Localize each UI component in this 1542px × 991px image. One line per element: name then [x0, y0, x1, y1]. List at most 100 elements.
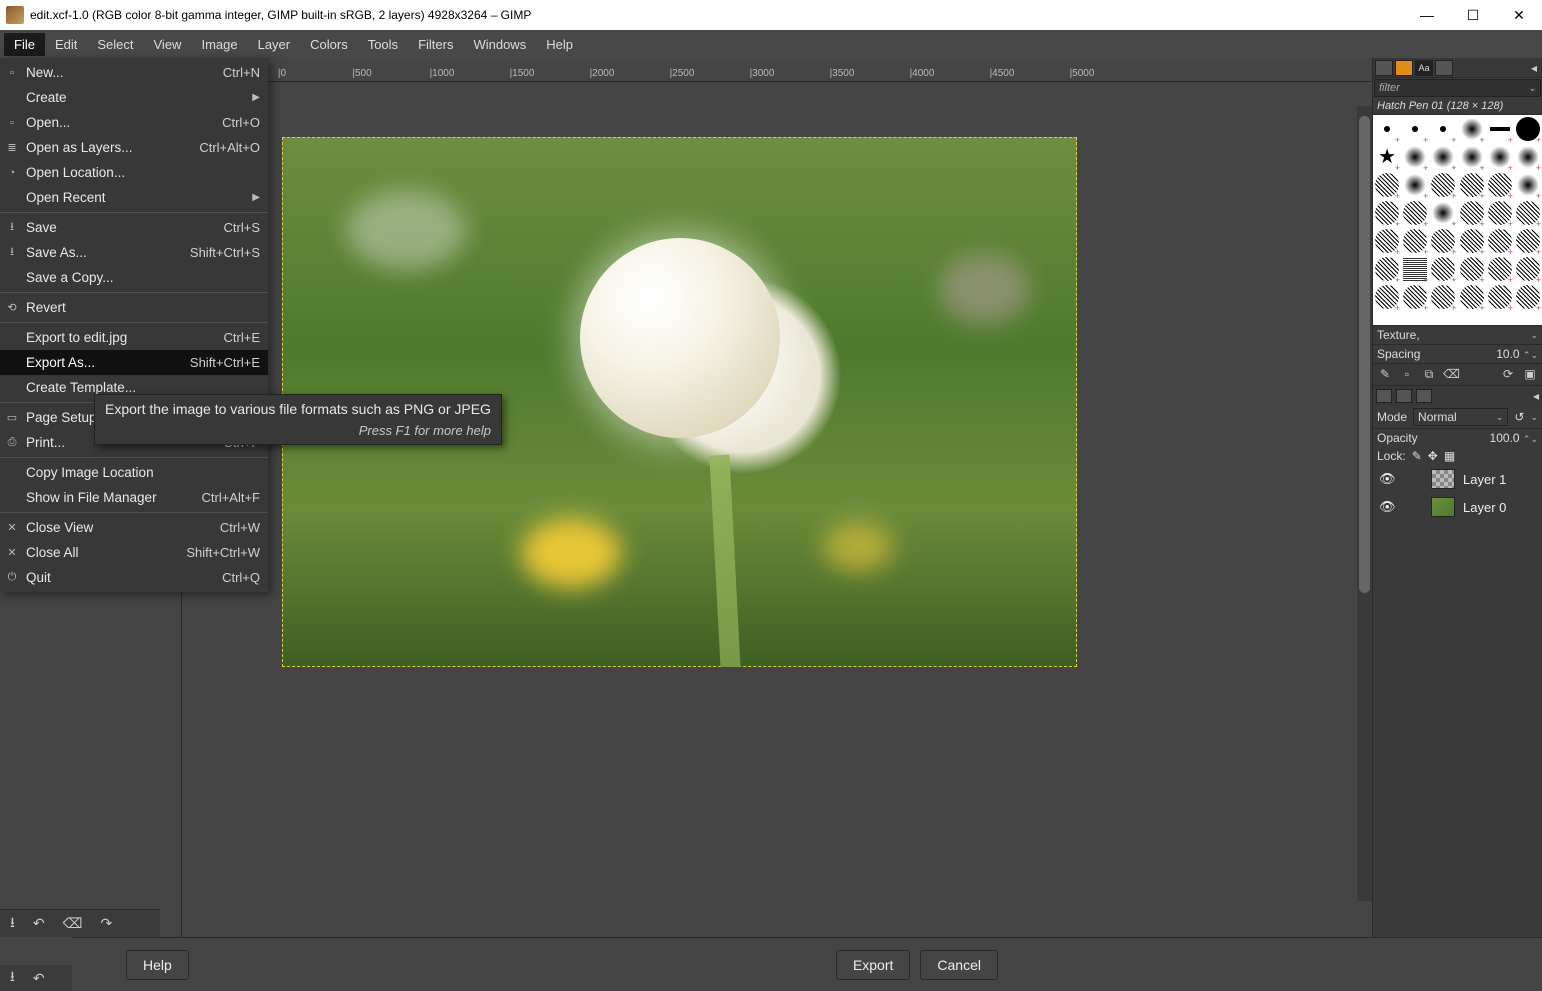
brush-swatch[interactable] — [1514, 227, 1542, 255]
brush-grid[interactable]: ★ — [1373, 115, 1542, 325]
brush-swatch[interactable] — [1514, 199, 1542, 227]
tool-icon-2[interactable]: ⭳ — [10, 966, 15, 990]
spacing-row[interactable]: Spacing10.0 ⌃⌄ — [1373, 344, 1542, 363]
redo-icon[interactable]: ↷ — [100, 915, 112, 932]
brush-swatch[interactable] — [1373, 115, 1401, 143]
canvas-area[interactable] — [182, 82, 1372, 945]
brush-swatch[interactable] — [1486, 171, 1514, 199]
tab-history-icon[interactable] — [1435, 60, 1453, 76]
menu-layer[interactable]: Layer — [248, 33, 301, 56]
file-menu-revert[interactable]: ⟲Revert — [0, 295, 268, 320]
brush-swatch[interactable] — [1429, 227, 1457, 255]
opacity-row[interactable]: Opacity100.0 ⌃⌄ — [1373, 428, 1542, 447]
cancel-button[interactable]: Cancel — [920, 950, 998, 980]
brush-swatch[interactable] — [1486, 115, 1514, 143]
file-menu-save-a-copy[interactable]: Save a Copy... — [0, 265, 268, 290]
tab-channels-icon[interactable] — [1396, 389, 1412, 403]
file-menu-save-as[interactable]: ⭳Save As...Shift+Ctrl+S — [0, 240, 268, 265]
layer-panel-config-icon[interactable]: ◂ — [1533, 389, 1539, 403]
layer-name[interactable]: Layer 0 — [1463, 500, 1506, 515]
brush-swatch[interactable] — [1514, 115, 1542, 143]
menu-windows[interactable]: Windows — [463, 33, 536, 56]
open-as-image-icon[interactable]: ▣ — [1522, 367, 1538, 382]
vertical-scrollbar[interactable] — [1357, 106, 1372, 901]
brush-swatch[interactable] — [1401, 283, 1429, 311]
tab-fonts-icon[interactable]: Aa — [1415, 60, 1433, 76]
visibility-icon[interactable]: 👁 — [1379, 471, 1395, 487]
brush-swatch[interactable] — [1486, 199, 1514, 227]
tab-patterns-icon[interactable] — [1395, 60, 1413, 76]
menu-edit[interactable]: Edit — [45, 33, 87, 56]
new-brush-icon[interactable]: ▫ — [1399, 367, 1415, 382]
blend-mode-row[interactable]: Mode Normal⌄ ↺⌄ — [1373, 406, 1542, 428]
tab-paths-icon[interactable] — [1416, 389, 1432, 403]
brush-swatch[interactable] — [1486, 143, 1514, 171]
file-menu-close-view[interactable]: ✕Close ViewCtrl+W — [0, 515, 268, 540]
file-menu-export-to-edit-jpg[interactable]: Export to edit.jpgCtrl+E — [0, 325, 268, 350]
menu-file[interactable]: File — [4, 33, 45, 56]
brush-swatch[interactable] — [1401, 115, 1429, 143]
undo-icon-2[interactable]: ↶ — [33, 970, 45, 987]
lock-position-icon[interactable]: ✥ — [1428, 449, 1438, 463]
texture-row[interactable]: Texture,⌄ — [1373, 325, 1542, 344]
brush-filter-input[interactable]: filter⌄ — [1374, 79, 1541, 97]
visibility-icon[interactable]: 👁 — [1379, 499, 1395, 515]
lock-alpha-icon[interactable]: ▦ — [1444, 449, 1455, 463]
brush-swatch[interactable] — [1486, 283, 1514, 311]
brush-swatch[interactable] — [1429, 199, 1457, 227]
brush-swatch[interactable] — [1429, 143, 1457, 171]
mode-reset-icon[interactable]: ↺ — [1514, 410, 1524, 424]
file-menu-export-as[interactable]: Export As...Shift+Ctrl+E — [0, 350, 268, 375]
menu-tools[interactable]: Tools — [358, 33, 408, 56]
brush-swatch[interactable] — [1373, 199, 1401, 227]
brush-swatch[interactable] — [1373, 227, 1401, 255]
brush-swatch[interactable] — [1457, 227, 1485, 255]
brush-swatch[interactable] — [1457, 283, 1485, 311]
file-menu-new[interactable]: ▫New...Ctrl+N — [0, 60, 268, 85]
brush-swatch[interactable] — [1514, 171, 1542, 199]
menu-help[interactable]: Help — [536, 33, 583, 56]
brush-swatch[interactable] — [1429, 115, 1457, 143]
brush-swatch[interactable] — [1486, 255, 1514, 283]
refresh-brushes-icon[interactable]: ⟳ — [1500, 367, 1516, 382]
help-button[interactable]: Help — [126, 950, 189, 980]
brush-swatch[interactable] — [1514, 283, 1542, 311]
lock-pixels-icon[interactable]: ✎ — [1412, 449, 1422, 463]
brush-swatch[interactable] — [1401, 255, 1429, 283]
file-menu-close-all[interactable]: ✕Close AllShift+Ctrl+W — [0, 540, 268, 565]
menu-view[interactable]: View — [144, 33, 192, 56]
tab-layers-icon[interactable] — [1376, 389, 1392, 403]
maximize-button[interactable]: ☐ — [1450, 0, 1496, 30]
file-menu-quit[interactable]: ⏻QuitCtrl+Q — [0, 565, 268, 590]
delete-brush-icon[interactable]: ⌫ — [1443, 367, 1459, 382]
brush-swatch[interactable] — [1457, 255, 1485, 283]
file-menu-open-as-layers[interactable]: ≣Open as Layers...Ctrl+Alt+O — [0, 135, 268, 160]
layer-row[interactable]: 👁 Layer 0 — [1373, 493, 1542, 521]
brush-swatch[interactable] — [1401, 143, 1429, 171]
layer-row[interactable]: 👁Layer 1 — [1373, 465, 1542, 493]
brush-swatch[interactable]: ★ — [1373, 143, 1401, 171]
minimize-button[interactable]: — — [1404, 0, 1450, 30]
brush-swatch[interactable] — [1514, 143, 1542, 171]
brush-swatch[interactable] — [1486, 227, 1514, 255]
menu-colors[interactable]: Colors — [300, 33, 358, 56]
tool-icon[interactable]: ⭳ — [10, 912, 15, 936]
brush-swatch[interactable] — [1457, 115, 1485, 143]
menu-filters[interactable]: Filters — [408, 33, 463, 56]
file-menu-open-recent[interactable]: Open Recent▶ — [0, 185, 268, 210]
brush-swatch[interactable] — [1429, 255, 1457, 283]
brush-swatch[interactable] — [1373, 171, 1401, 199]
file-menu-open[interactable]: ▫Open...Ctrl+O — [0, 110, 268, 135]
edit-brush-icon[interactable]: ✎ — [1377, 367, 1393, 382]
file-menu-show-in-file-manager[interactable]: Show in File ManagerCtrl+Alt+F — [0, 485, 268, 510]
brush-swatch[interactable] — [1457, 171, 1485, 199]
brush-swatch[interactable] — [1401, 171, 1429, 199]
duplicate-brush-icon[interactable]: ⧉ — [1421, 367, 1437, 382]
brush-swatch[interactable] — [1373, 255, 1401, 283]
export-button[interactable]: Export — [836, 950, 910, 980]
delete-icon[interactable]: ⌫ — [63, 915, 83, 932]
undo-icon[interactable]: ↶ — [33, 915, 45, 932]
brush-swatch[interactable] — [1457, 143, 1485, 171]
close-button[interactable]: ✕ — [1496, 0, 1542, 30]
brush-swatch[interactable] — [1373, 283, 1401, 311]
